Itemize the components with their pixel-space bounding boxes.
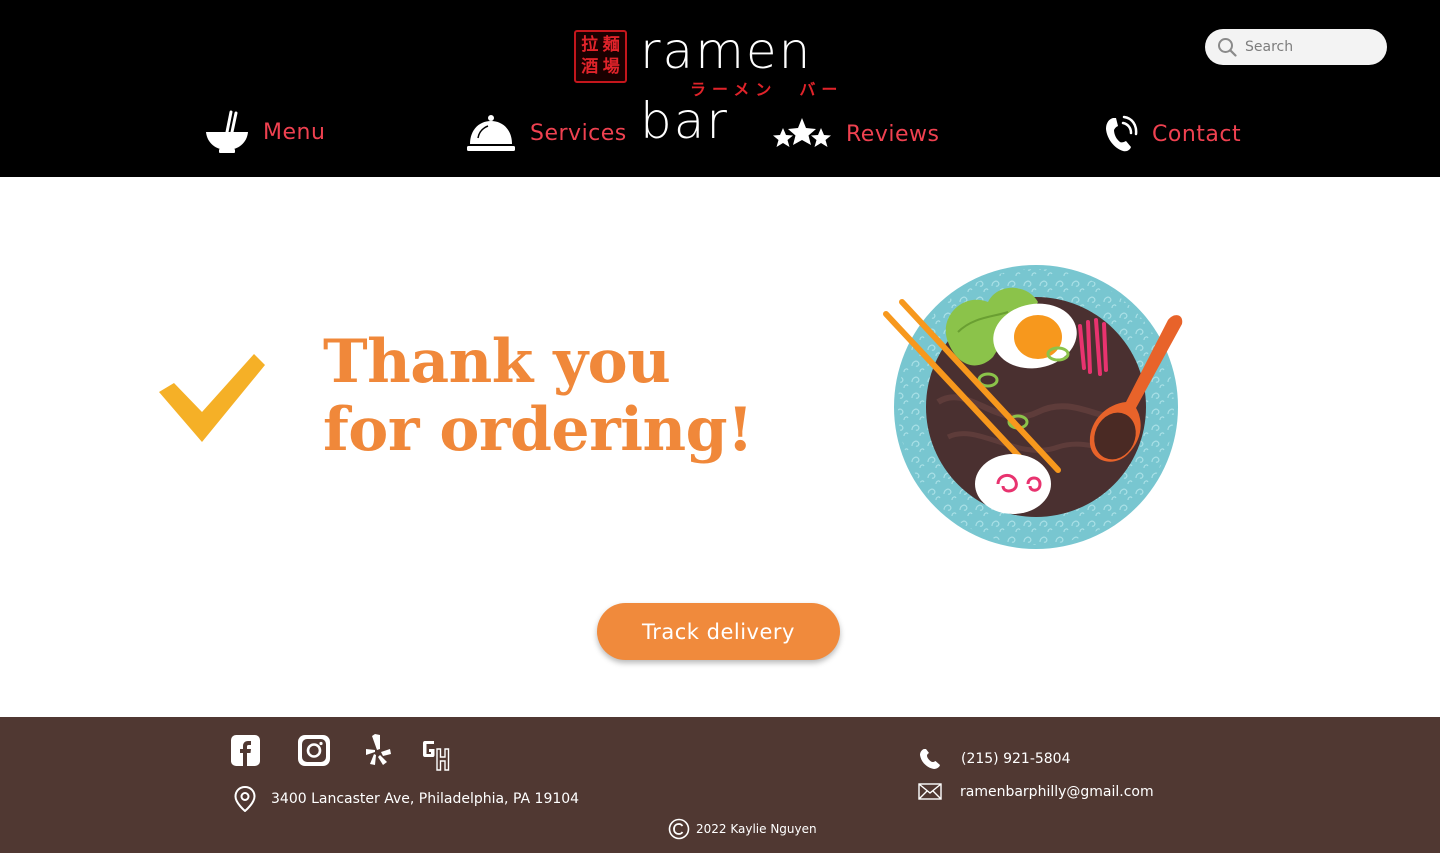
ramen-bowl-illustration xyxy=(883,265,1183,549)
grubhub-icon[interactable] xyxy=(421,737,451,771)
logo-stamp-char: 場 xyxy=(602,56,620,77)
thank-you-line-2: for ordering! xyxy=(323,395,753,465)
cloche-icon xyxy=(467,115,515,151)
nav-menu-label: Menu xyxy=(263,119,326,145)
logo-kana: ラーメン バー xyxy=(690,80,844,99)
phone-icon xyxy=(920,749,940,769)
logo-stamp-char: 麺 xyxy=(602,35,620,56)
nav-services-label: Services xyxy=(530,120,627,146)
address-text: 3400 Lancaster Ave, Philadelphia, PA 191… xyxy=(271,791,580,807)
stars-icon xyxy=(773,118,831,147)
thank-you-heading: Thank you for ordering! xyxy=(323,328,753,464)
search-box xyxy=(1205,29,1387,65)
yelp-icon[interactable] xyxy=(366,734,391,766)
copyright-text: 2022 Kaylie Nguyen xyxy=(696,822,817,836)
instagram-icon[interactable] xyxy=(298,735,330,766)
footer-copyright: 2022 Kaylie Nguyen xyxy=(668,818,817,840)
thank-you-line-1: Thank you xyxy=(323,327,671,397)
nav-services[interactable]: Services xyxy=(466,114,627,152)
footer-phone[interactable]: (215) 921-5804 xyxy=(919,748,1071,770)
copyright-icon xyxy=(668,818,690,840)
site-header: 拉 麺 酒 場 ramen bar ラーメン バー Menu Serv xyxy=(0,0,1440,177)
nav-reviews[interactable]: Reviews xyxy=(772,117,939,151)
search-input[interactable] xyxy=(1245,29,1377,65)
nav-reviews-label: Reviews xyxy=(846,121,940,147)
footer-address: 3400 Lancaster Ave, Philadelphia, PA 191… xyxy=(233,786,579,812)
track-delivery-button[interactable]: Track delivery xyxy=(597,603,840,660)
phone-icon xyxy=(1106,115,1138,152)
search-icon[interactable] xyxy=(1217,37,1237,57)
email-address: ramenbarphilly@gmail.com xyxy=(960,783,1154,800)
nav-contact-label: Contact xyxy=(1152,121,1242,147)
logo-stamp-char: 拉 xyxy=(581,35,599,56)
logo-stamp: 拉 麺 酒 場 xyxy=(574,30,627,83)
footer-email[interactable]: ramenbarphilly@gmail.com xyxy=(918,783,1154,800)
mail-icon xyxy=(918,783,942,800)
nav-menu[interactable]: Menu xyxy=(205,110,325,154)
checkmark-icon xyxy=(159,354,265,442)
site-footer: 3400 Lancaster Ave, Philadelphia, PA 191… xyxy=(0,717,1440,853)
location-pin-icon xyxy=(234,786,256,812)
logo-stamp-char: 酒 xyxy=(581,56,599,77)
ramen-bowl-icon xyxy=(206,110,248,153)
facebook-icon[interactable] xyxy=(231,735,260,766)
nav-contact[interactable]: Contact xyxy=(1104,115,1241,153)
phone-number: (215) 921-5804 xyxy=(961,751,1071,767)
logo[interactable]: 拉 麺 酒 場 ramen bar ラーメン バー xyxy=(572,16,872,150)
